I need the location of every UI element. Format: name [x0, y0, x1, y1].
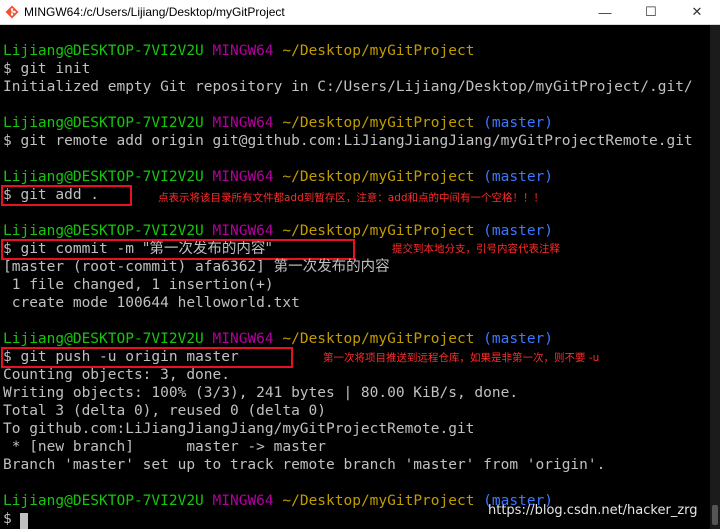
prompt-path: ~/Desktop/myGitProject: [282, 115, 475, 131]
scrollbar-thumb[interactable]: [712, 505, 718, 525]
output-line: [master (root-commit) afa6362] 第一次发布的内容: [3, 258, 390, 276]
watermark: https://blog.csdn.net/hacker_zrg: [488, 503, 698, 518]
output-line: Branch 'master' set up to track remote b…: [3, 457, 606, 473]
prompt-user: Lijiang@DESKTOP-7VI2V2U: [3, 493, 204, 509]
prompt-symbol: $: [3, 133, 12, 149]
command-line: $ git remote add origin git@github.com:L…: [3, 132, 693, 150]
maximize-icon[interactable]: ☐: [628, 0, 674, 24]
window-title: MINGW64:/c/Users/Lijiang/Desktop/myGitPr…: [24, 5, 285, 19]
prompt-line: Lijiang@DESKTOP-7VI2V2U MINGW64 ~/Deskto…: [3, 114, 553, 132]
output-line: To github.com:LiJiangJiangJiang/myGitPro…: [3, 421, 475, 437]
command-line: $: [3, 510, 12, 528]
prompt-user: Lijiang@DESKTOP-7VI2V2U: [3, 43, 204, 59]
prompt-branch: (master): [483, 115, 554, 131]
prompt-branch: (master): [483, 331, 554, 347]
prompt-path: ~/Desktop/myGitProject: [282, 331, 475, 347]
prompt-system: MINGW64: [212, 115, 274, 131]
terminal-scrollbar[interactable]: [710, 25, 720, 529]
output-line: Writing objects: 100% (3/3), 241 bytes |…: [3, 385, 519, 401]
prompt-path: ~/Desktop/myGitProject: [282, 43, 475, 59]
output-line: 1 file changed, 1 insertion(+): [3, 277, 274, 293]
prompt-system: MINGW64: [212, 223, 274, 239]
prompt-user: Lijiang@DESKTOP-7VI2V2U: [3, 223, 204, 239]
commit-head-message: 第一次发布的内容: [273, 259, 390, 275]
close-icon[interactable]: ✕: [674, 0, 720, 24]
prompt-path: ~/Desktop/myGitProject: [282, 493, 475, 509]
output-line: create mode 100644 helloworld.txt: [3, 295, 300, 311]
prompt-branch: (master): [483, 223, 554, 239]
prompt-line: Lijiang@DESKTOP-7VI2V2U MINGW64 ~/Deskto…: [3, 222, 553, 240]
prompt-user: Lijiang@DESKTOP-7VI2V2U: [3, 115, 204, 131]
output-line: Counting objects: 3, done.: [3, 367, 230, 383]
output-line: Initialized empty Git repository in C:/U…: [3, 79, 693, 95]
prompt-symbol: $: [3, 61, 12, 77]
prompt-user: Lijiang@DESKTOP-7VI2V2U: [3, 331, 204, 347]
prompt-user: Lijiang@DESKTOP-7VI2V2U: [3, 169, 204, 185]
highlight-box: [1, 347, 293, 368]
output-line: * [new branch] master -> master: [3, 439, 327, 455]
prompt-path: ~/Desktop/myGitProject: [282, 169, 475, 185]
highlight-box: [1, 185, 132, 206]
command-text: git remote add origin git@github.com:LiJ…: [20, 133, 693, 149]
highlight-box: [1, 239, 355, 260]
prompt-branch: (master): [483, 169, 554, 185]
prompt-line: Lijiang@DESKTOP-7VI2V2U MINGW64 ~/Deskto…: [3, 42, 474, 60]
annotation-push: 第一次将项目推送到远程仓库，如果是非第一次，则不要 -u: [323, 352, 600, 364]
prompt-system: MINGW64: [212, 43, 274, 59]
command-line: $ git init: [3, 60, 90, 78]
commit-head: [master (root-commit) afa6362]: [3, 259, 274, 275]
command-text: git init: [20, 61, 91, 77]
prompt-system: MINGW64: [212, 493, 274, 509]
window-titlebar: MINGW64:/c/Users/Lijiang/Desktop/myGitPr…: [0, 0, 720, 25]
minimize-icon[interactable]: —: [582, 0, 628, 24]
annotation-add: 点表示将该目录所有文件都add到暂存区，注意：add和点的中间有一个空格！！！: [158, 192, 545, 204]
prompt-system: MINGW64: [212, 169, 274, 185]
prompt-line: Lijiang@DESKTOP-7VI2V2U MINGW64 ~/Deskto…: [3, 492, 553, 510]
text-cursor: [20, 513, 28, 529]
output-line: Total 3 (delta 0), reused 0 (delta 0): [3, 403, 327, 419]
prompt-system: MINGW64: [212, 331, 274, 347]
prompt-path: ~/Desktop/myGitProject: [282, 223, 475, 239]
prompt-line: Lijiang@DESKTOP-7VI2V2U MINGW64 ~/Deskto…: [3, 168, 553, 186]
annotation-commit: 提交到本地分支，引号内容代表注释: [392, 243, 560, 255]
prompt-symbol: $: [3, 511, 12, 527]
prompt-line: Lijiang@DESKTOP-7VI2V2U MINGW64 ~/Deskto…: [3, 330, 553, 348]
git-bash-icon: [5, 5, 19, 19]
